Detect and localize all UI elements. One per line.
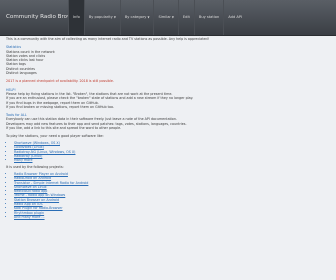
chevron-down-icon: ▼ [147, 16, 150, 19]
apps-list: Shortwave (Windows, OS X) Goodvibes (Lin… [6, 141, 330, 162]
main-content: This is a community with the aim of coll… [6, 37, 330, 219]
top-navbar: Community Radio Browser Info By populari… [0, 0, 336, 36]
nav-menu: Info By popularity▼ By category▼ Similar… [68, 0, 246, 35]
projects-list: Radio Browser Player on Android RadioDro… [6, 172, 330, 219]
nav-item-by-category[interactable]: By category▼ [119, 0, 154, 35]
nav-item-add-api[interactable]: Add API [223, 0, 246, 35]
nav-item-by-popularity[interactable]: By popularity▼ [83, 0, 120, 35]
nav-item-similar[interactable]: Similar▼ [153, 0, 177, 35]
list-item[interactable]: And many more ... [14, 215, 330, 219]
nav-item-info[interactable]: Info [68, 0, 84, 35]
nav-item-edit[interactable]: Edit [177, 0, 194, 35]
chevron-down-icon: ▼ [113, 16, 116, 19]
nav-item-buy-station[interactable]: Buy station [193, 0, 223, 35]
chevron-down-icon: ▼ [171, 16, 174, 19]
